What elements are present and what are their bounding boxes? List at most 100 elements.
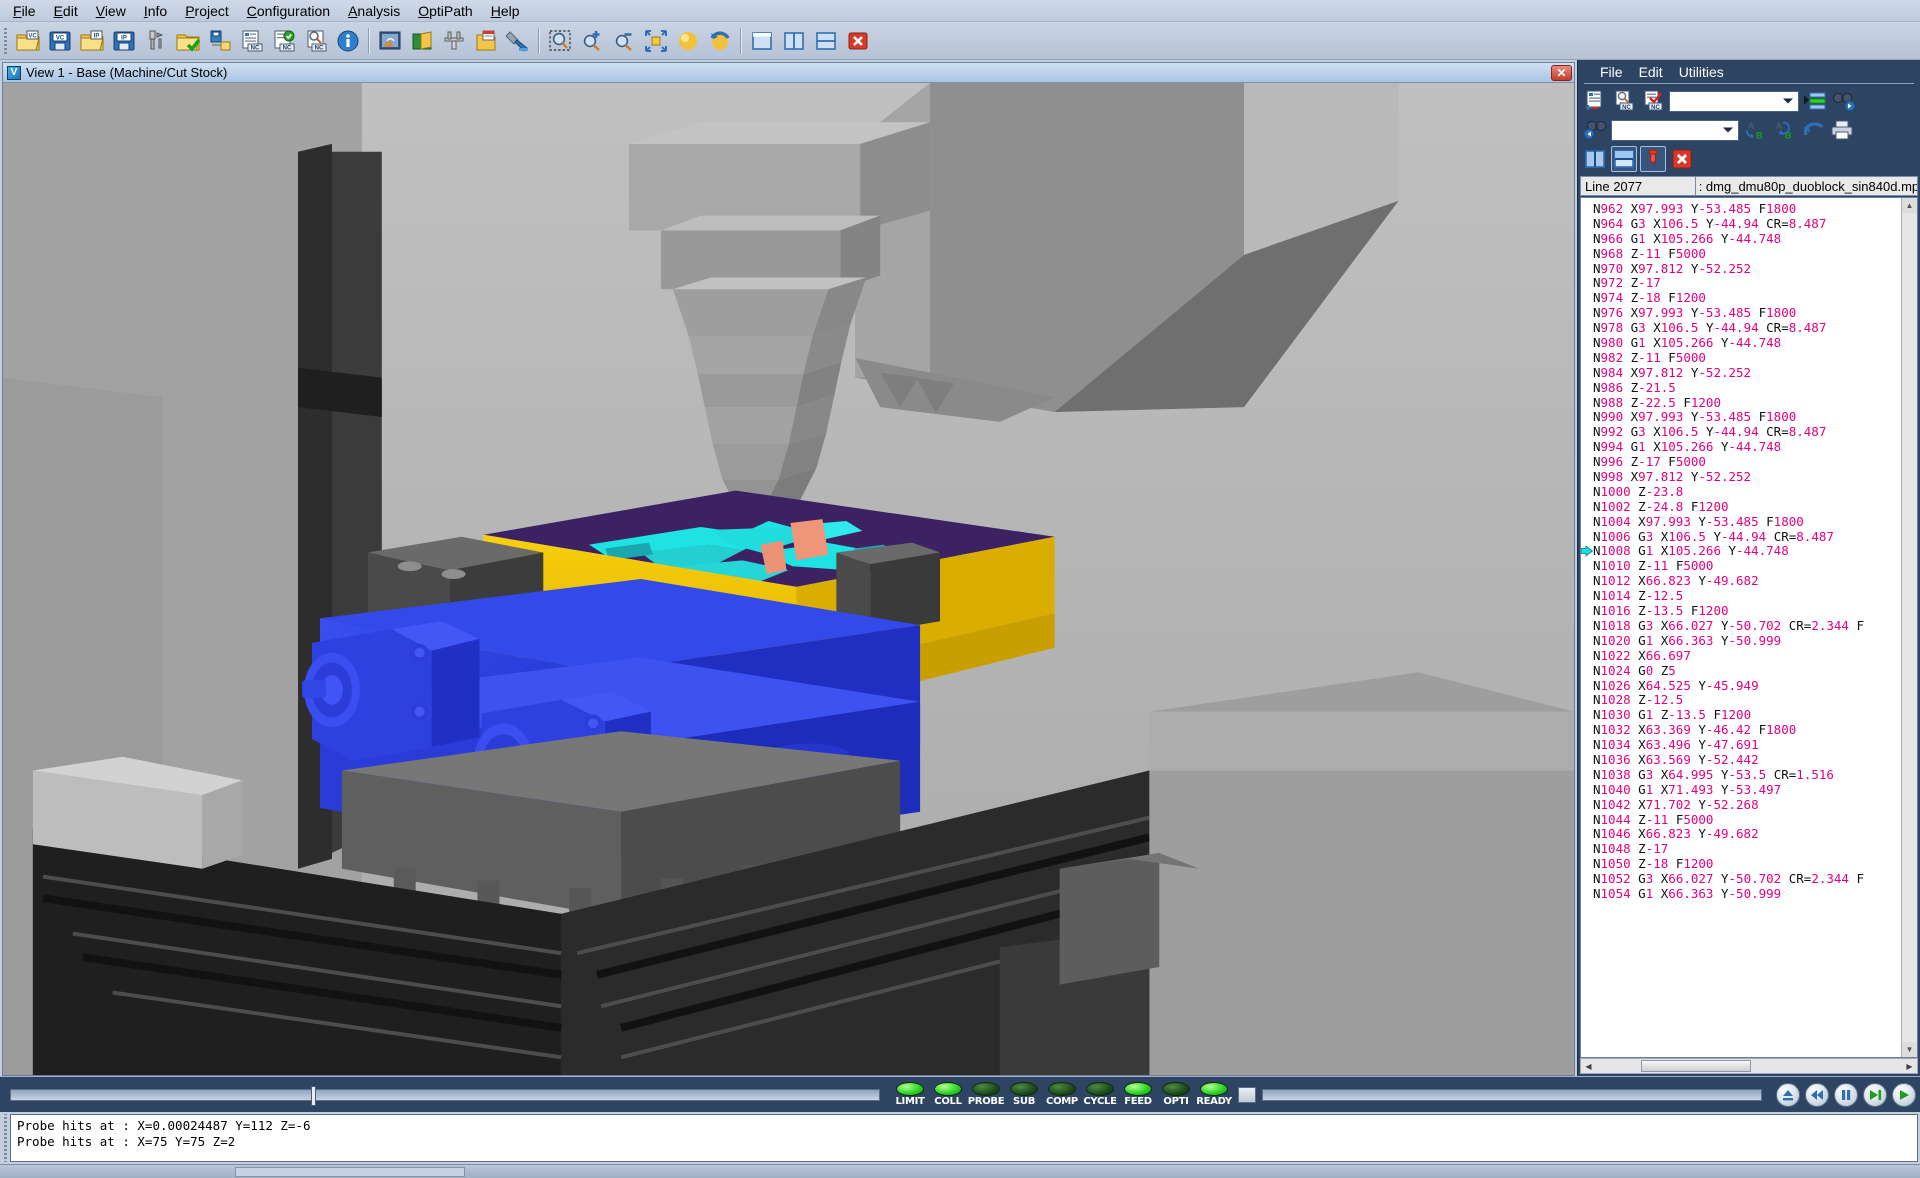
slider-knob[interactable] <box>311 1085 316 1106</box>
nc-code-line[interactable]: N1022 X66.697 <box>1581 648 1901 664</box>
nc-code-line[interactable]: N1054 G1 X66.363 Y-50.999 <box>1581 886 1901 902</box>
model-export-icon[interactable] <box>375 26 405 56</box>
sort-ab-icon[interactable]: A B <box>1742 117 1768 143</box>
nc-code-line[interactable]: N1024 G0 Z5 <box>1581 663 1901 679</box>
menu-file[interactable]: File <box>4 1 45 21</box>
close-view-button[interactable]: ✕ <box>1551 64 1572 81</box>
menu-edit[interactable]: Edit <box>45 1 87 21</box>
speed-slider-stub[interactable] <box>1238 1086 1256 1103</box>
single-view-icon[interactable] <box>747 26 777 56</box>
nc-code-line[interactable]: N1006 G3 X106.5 Y-44.94 CR=8.487 <box>1581 529 1901 545</box>
menu-configuration[interactable]: Configuration <box>238 1 339 21</box>
hscroll-thumb[interactable] <box>1641 1060 1751 1072</box>
caliper-measure-icon[interactable] <box>439 26 469 56</box>
undo-icon[interactable] <box>1800 117 1826 143</box>
nc-code-line[interactable]: N1016 Z-13.5 F1200 <box>1581 603 1901 619</box>
nc-code-line[interactable]: N970 X97.812 Y-52.252 <box>1581 261 1901 277</box>
menu-project[interactable]: Project <box>176 1 238 21</box>
print-icon[interactable] <box>1829 117 1855 143</box>
nc-code-line[interactable]: N976 X97.993 Y-53.485 F1800 <box>1581 305 1901 321</box>
rewind-button[interactable] <box>1805 1082 1829 1107</box>
nc-code-line[interactable]: N1042 X71.702 Y-52.268 <box>1581 797 1901 813</box>
nc-code-line[interactable]: N968 Z-11 F5000 <box>1581 246 1901 262</box>
tool-manager-icon[interactable] <box>141 26 171 56</box>
simulation-progress-slider[interactable] <box>10 1085 880 1106</box>
menu-help[interactable]: Help <box>482 1 529 21</box>
nc-code-line[interactable]: N1044 Z-11 F5000 <box>1581 812 1901 828</box>
find-forward-icon[interactable] <box>1831 88 1857 114</box>
nc-code-line[interactable]: N978 G3 X106.5 Y-44.94 CR=8.487 <box>1581 320 1901 336</box>
nc-code-line[interactable]: N1012 X66.823 Y-49.682 <box>1581 573 1901 589</box>
nc-code-line[interactable]: N972 Z-17 <box>1581 276 1901 291</box>
nc-vertical-scrollbar[interactable]: ▲ ▼ <box>1901 198 1917 1057</box>
nc-code-line[interactable]: N1002 Z-24.8 F1200 <box>1581 499 1901 515</box>
save-vericut-project-icon[interactable]: VC <box>45 26 75 56</box>
nc-code-line[interactable]: N1032 X63.369 Y-46.42 F1800 <box>1581 722 1901 738</box>
nc-code-line[interactable]: N1008 G1 X105.266 Y-44.748 <box>1581 544 1901 559</box>
speed-slider[interactable] <box>1262 1088 1762 1101</box>
scroll-right-button[interactable]: ▶ <box>1902 1059 1917 1073</box>
nc-code-line[interactable]: N1052 G3 X66.027 Y-50.702 CR=2.344 F <box>1581 871 1901 887</box>
nc-program-list-icon[interactable]: NC <box>237 26 267 56</box>
nc-program-select[interactable] <box>1669 90 1799 112</box>
nc-code-line[interactable]: N1036 X63.569 Y-52.442 <box>1581 752 1901 768</box>
info-icon[interactable] <box>333 26 363 56</box>
nc-code-line[interactable]: N988 Z-22.5 F1200 <box>1581 395 1901 411</box>
nc-code-line[interactable]: N1050 Z-18 F1200 <box>1581 856 1901 872</box>
nc-code-line[interactable]: N994 G1 X105.266 Y-44.748 <box>1581 439 1901 455</box>
nc-code-lines[interactable]: N962 X97.993 Y-53.485 F1800 N964 G3 X106.… <box>1581 198 1901 1057</box>
two-column-view-icon[interactable] <box>779 26 809 56</box>
zoom-out-icon[interactable] <box>609 26 639 56</box>
nc-code-line[interactable]: N996 Z-17 F5000 <box>1581 454 1901 470</box>
play-button[interactable] <box>1892 1082 1916 1107</box>
zoom-box-icon[interactable] <box>545 26 575 56</box>
nc-code-line[interactable]: N992 G3 X106.5 Y-44.94 CR=8.487 <box>1581 424 1901 440</box>
nc-code-line[interactable]: N980 G1 X105.266 Y-44.748 <box>1581 335 1901 351</box>
menu-optipath[interactable]: OptiPath <box>409 1 481 21</box>
auto-diff-icon[interactable] <box>503 26 533 56</box>
open-vericut-project-icon[interactable]: VC <box>13 26 43 56</box>
nc-menu-edit[interactable]: Edit <box>1631 64 1671 80</box>
menu-analysis[interactable]: Analysis <box>339 1 409 21</box>
nc-line-select[interactable] <box>1611 119 1739 141</box>
nc-horizontal-scrollbar[interactable]: ◀ ▶ <box>1580 1058 1918 1074</box>
verify-nc-icon[interactable]: NC <box>1640 88 1666 114</box>
nc-code-line[interactable]: N1034 X63.496 Y-47.691 <box>1581 737 1901 753</box>
nc-program-review-icon[interactable]: NC <box>301 26 331 56</box>
open-toollib-icon[interactable] <box>173 26 203 56</box>
nc-code-line[interactable]: N964 G3 X106.5 Y-44.94 CR=8.487 <box>1581 216 1901 232</box>
close-panel-icon[interactable] <box>1669 146 1695 172</box>
nc-menu-utilities[interactable]: Utilities <box>1671 64 1732 80</box>
shaded-view-icon[interactable] <box>673 26 703 56</box>
rotate-view-icon[interactable] <box>705 26 735 56</box>
nc-code-line[interactable]: N1030 G1 Z-13.5 F1200 <box>1581 707 1901 723</box>
menu-info[interactable]: Info <box>135 1 176 21</box>
machine-simulation-scene[interactable] <box>3 83 1574 1075</box>
nc-program-check-icon[interactable]: NC <box>269 26 299 56</box>
nc-code-line[interactable]: N1014 Z-12.5 <box>1581 588 1901 604</box>
nc-code-line[interactable]: N990 X97.993 Y-53.485 F1800 <box>1581 410 1901 425</box>
fit-view-icon[interactable] <box>641 26 671 56</box>
save-as-icon[interactable] <box>205 26 235 56</box>
nc-code-line[interactable]: N1004 X97.993 Y-53.485 F1800 <box>1581 514 1901 530</box>
nc-code-line[interactable]: N1040 G1 X71.493 Y-53.497 <box>1581 782 1901 798</box>
two-row-view-icon[interactable] <box>811 26 841 56</box>
nc-code-line[interactable]: N984 X97.812 Y-52.252 <box>1581 365 1901 381</box>
taskbar-item[interactable] <box>235 1166 465 1177</box>
nc-code-line[interactable]: N962 X97.993 Y-53.485 F1800 <box>1581 201 1901 217</box>
add-nc-program-icon[interactable] <box>1582 88 1608 114</box>
menu-view[interactable]: View <box>87 1 135 21</box>
single-step-button[interactable] <box>1863 1082 1887 1107</box>
scroll-up-button[interactable]: ▲ <box>1902 198 1917 213</box>
nc-code-line[interactable]: N998 X97.812 Y-52.252 <box>1581 469 1901 485</box>
nc-code-viewer[interactable]: N962 X97.993 Y-53.485 F1800 N964 G3 X106.… <box>1580 197 1918 1058</box>
nc-code-line[interactable]: N982 Z-11 F5000 <box>1581 350 1901 366</box>
nc-code-line[interactable]: N1020 G1 X66.363 Y-50.999 <box>1581 633 1901 649</box>
refresh-ab-icon[interactable]: A B <box>1771 117 1797 143</box>
nc-code-line[interactable]: N1038 G3 X64.995 Y-53.5 CR=1.516 <box>1581 767 1901 783</box>
nc-menu-file[interactable]: File <box>1592 64 1631 80</box>
nc-code-line[interactable]: N1048 Z-17 <box>1581 841 1901 857</box>
nc-code-line[interactable]: N1010 Z-11 F5000 <box>1581 558 1901 574</box>
notes-icon[interactable] <box>471 26 501 56</box>
search-nc-icon[interactable]: NC <box>1611 88 1637 114</box>
